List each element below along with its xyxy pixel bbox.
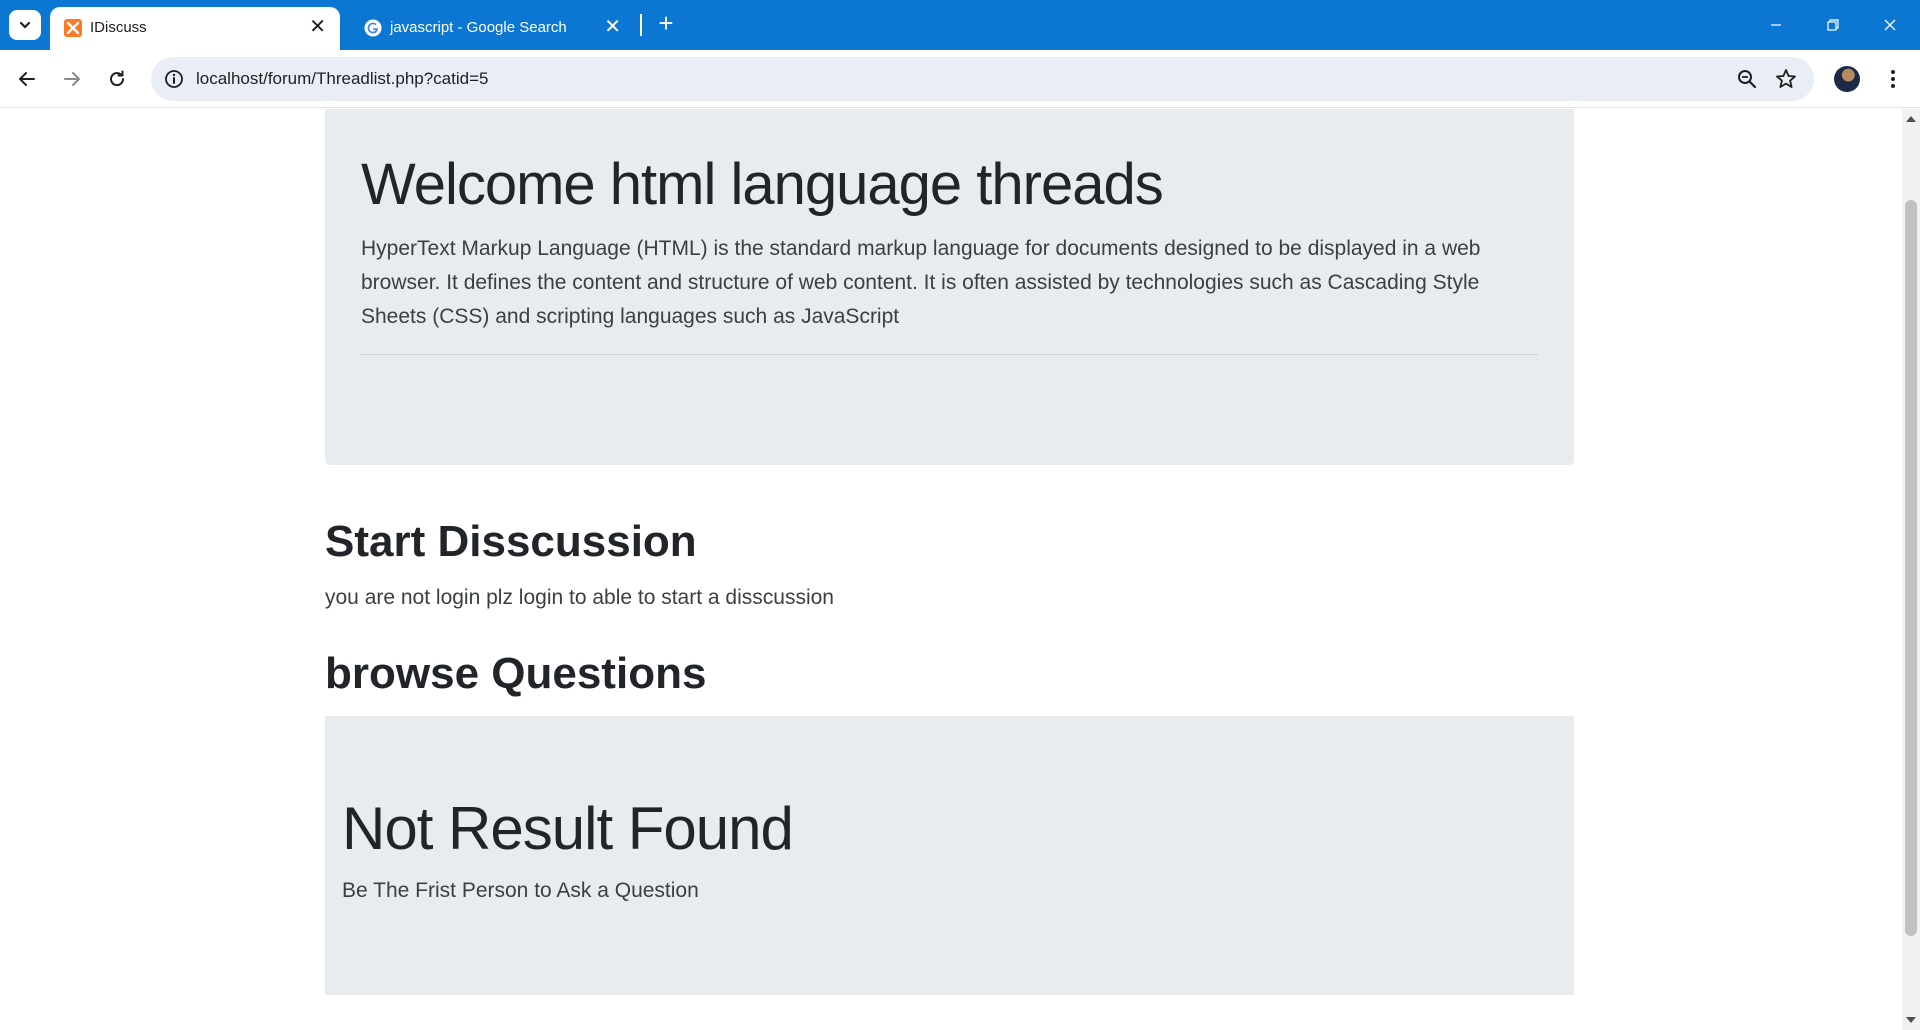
- arrow-right-icon: [64, 72, 80, 86]
- tab-search-button[interactable]: [9, 10, 41, 40]
- divider: [361, 354, 1538, 355]
- minimize-button[interactable]: [1756, 10, 1796, 40]
- restore-icon: [1827, 19, 1839, 31]
- close-icon: [1884, 19, 1896, 31]
- tab-separator: [640, 14, 642, 36]
- tab-idiscuss[interactable]: IDiscuss ✕: [50, 7, 340, 50]
- login-required-note: you are not login plz login to able to s…: [325, 586, 834, 609]
- google-g-icon: [364, 19, 382, 37]
- restore-button[interactable]: [1813, 10, 1853, 40]
- page-viewport: Welcome html language threads HyperText …: [0, 109, 1902, 1030]
- minimize-icon: [1771, 24, 1781, 26]
- category-heading: Welcome html language threads: [361, 152, 1164, 217]
- browser-toolbar: localhost/forum/Threadlist.php?catid=5: [0, 50, 1920, 108]
- no-results-panel: Not Result Found Be The Frist Person to …: [325, 716, 1574, 995]
- tab-title: IDiscuss: [90, 19, 147, 36]
- url-text[interactable]: localhost/forum/Threadlist.php?catid=5: [196, 69, 488, 89]
- scroll-up-icon[interactable]: [1906, 116, 1916, 122]
- close-icon[interactable]: ✕: [604, 16, 621, 38]
- site-info-icon[interactable]: [163, 68, 185, 90]
- profile-avatar[interactable]: [1834, 66, 1860, 92]
- no-results-heading: Not Result Found: [342, 795, 794, 862]
- category-jumbotron: Welcome html language threads HyperText …: [325, 109, 1574, 465]
- chevron-down-icon: [19, 21, 31, 29]
- bookmark-star-icon[interactable]: [1774, 67, 1798, 91]
- tab-title: javascript - Google Search: [390, 19, 567, 36]
- no-results-message: Be The Frist Person to Ask a Question: [342, 879, 699, 902]
- browser-titlebar: IDiscuss ✕ javascript - Google Search ✕ …: [0, 0, 1920, 50]
- forward-button[interactable]: [56, 63, 88, 95]
- close-icon[interactable]: ✕: [309, 16, 326, 38]
- arrow-left-icon: [19, 72, 35, 86]
- more-options-icon[interactable]: [1883, 66, 1903, 92]
- xampp-icon: [64, 19, 82, 37]
- scroll-thumb[interactable]: [1905, 200, 1917, 936]
- address-bar[interactable]: localhost/forum/Threadlist.php?catid=5: [151, 57, 1814, 101]
- scroll-down-icon[interactable]: [1906, 1017, 1916, 1023]
- new-tab-button[interactable]: +: [652, 10, 680, 38]
- tab-google-search[interactable]: javascript - Google Search ✕: [350, 7, 635, 50]
- reload-button[interactable]: [101, 63, 133, 95]
- start-discussion-title: Start Disscussion: [325, 517, 697, 566]
- browse-questions-title: browse Questions: [325, 649, 707, 698]
- category-description: HyperText Markup Language (HTML) is the …: [361, 237, 1481, 328]
- zoom-icon[interactable]: [1736, 68, 1758, 90]
- close-window-button[interactable]: [1870, 10, 1910, 40]
- reload-icon: [110, 70, 125, 87]
- back-button[interactable]: [11, 63, 43, 95]
- page-scrollbar[interactable]: [1902, 109, 1920, 1030]
